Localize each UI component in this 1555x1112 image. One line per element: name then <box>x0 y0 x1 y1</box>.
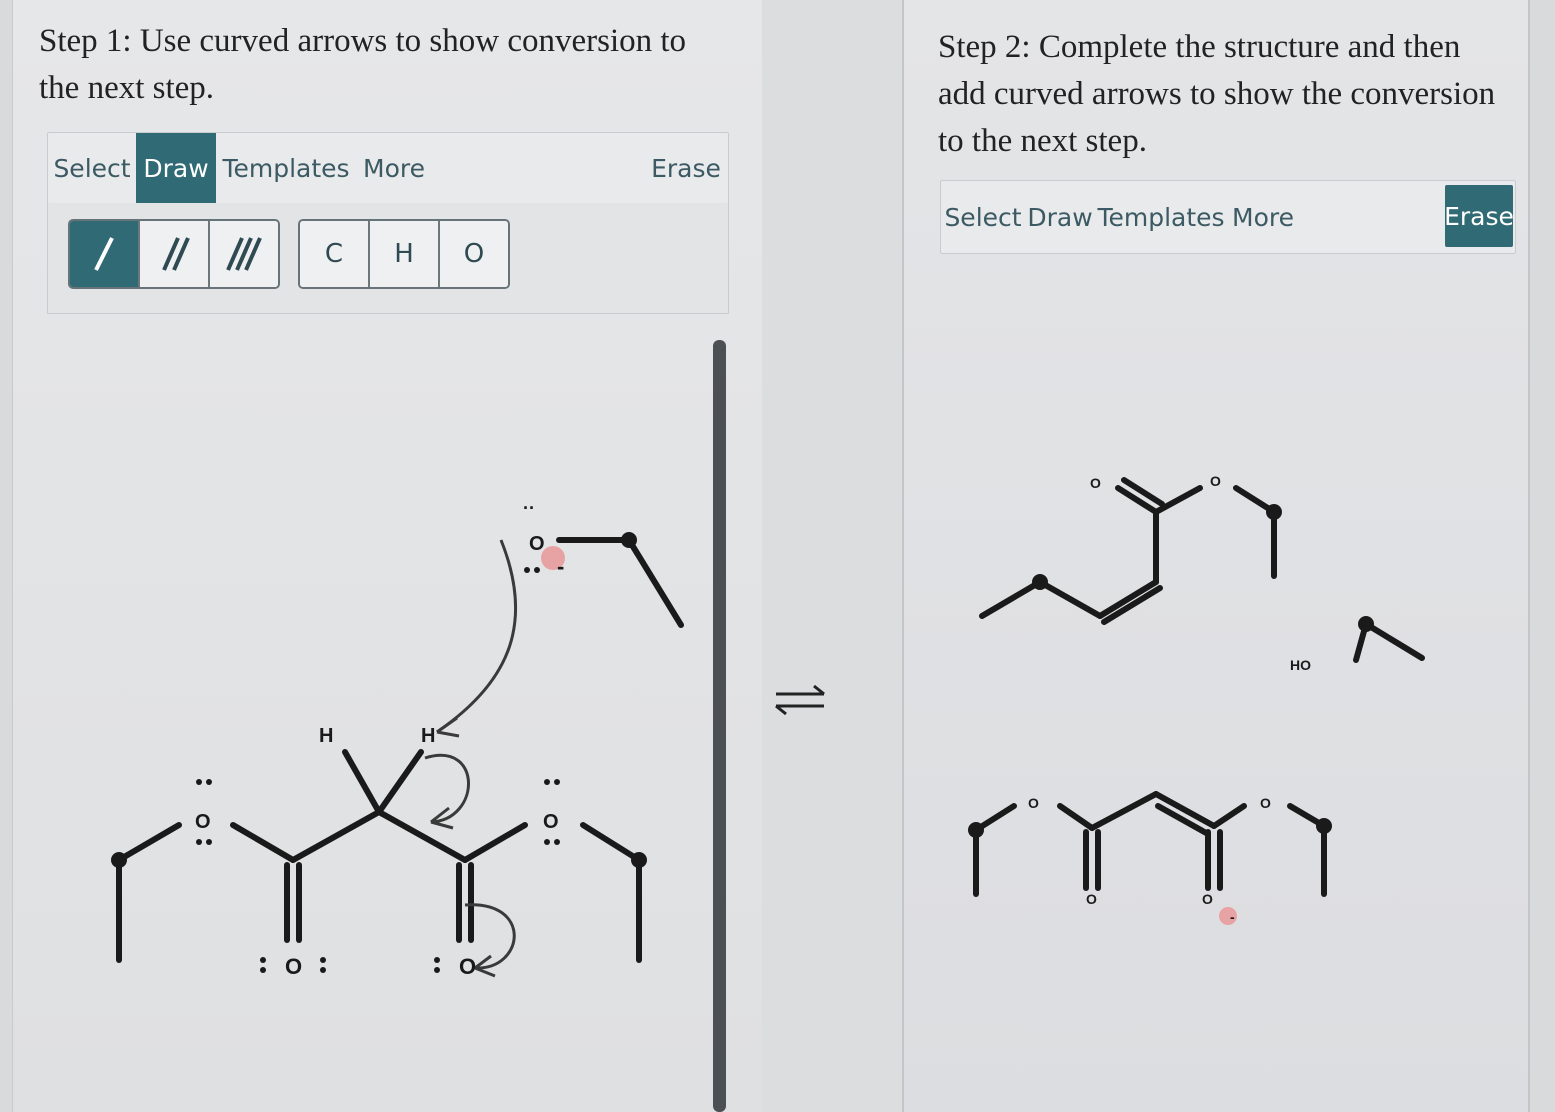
triple-bond-icon <box>226 237 262 271</box>
o-bottom-left-label: O <box>1028 795 1039 811</box>
step1-title-line1: Step 1: Use curved arrows to show conver… <box>39 23 687 59</box>
step2-erase-button[interactable]: Erase <box>1444 185 1514 247</box>
step1-erase-button[interactable]: Erase <box>648 133 724 203</box>
single-bond-icon <box>94 237 114 271</box>
single-bond-tool[interactable] <box>70 221 140 287</box>
step2-tab-draw[interactable]: Draw <box>1025 181 1095 253</box>
step2-title-line1: Step 2: Complete the structure and then <box>938 29 1461 65</box>
atom-tool-h[interactable]: H <box>370 221 440 287</box>
step1-atom-dots <box>111 532 647 868</box>
o-top-carbonyl-label: O <box>1090 475 1101 491</box>
ho-label: HO <box>1290 657 1311 673</box>
bond-tool-group <box>68 219 280 289</box>
o-bottom-carbonyl-right-label: O <box>1202 891 1213 907</box>
step2-bonds <box>973 477 1425 897</box>
step2-atom-dots <box>968 504 1374 838</box>
step2-labels: O O HO O O O O - <box>1028 473 1311 925</box>
reaction-divider <box>762 0 904 1112</box>
step1-panel: Step 1: Use curved arrows to show conver… <box>12 0 765 1112</box>
double-bond-tool[interactable] <box>140 221 210 287</box>
step2-toolbar: Select Draw Templates More Erase <box>940 180 1516 254</box>
o-top-ester-label: O <box>1210 473 1221 489</box>
step1-tab-more[interactable]: More <box>358 133 430 203</box>
step1-tool-panel: C H O <box>47 203 729 314</box>
step2-tab-more[interactable]: More <box>1227 181 1299 253</box>
triple-bond-tool[interactable] <box>210 221 278 287</box>
step2-title-line3: to the next step. <box>938 123 1147 159</box>
step2-canvas[interactable]: O O HO O O O O - <box>904 260 1524 1112</box>
curved-arrow-ch-bond[interactable] <box>424 754 470 824</box>
h-right-label: H <box>421 725 435 747</box>
curved-arrow-alkoxide-to-h[interactable] <box>436 539 518 734</box>
h-left-label: H <box>319 725 333 747</box>
atom-tool-group: C H O <box>298 219 510 289</box>
step2-charge-label: - <box>1230 909 1235 925</box>
o-ester-left-label: O <box>195 811 211 833</box>
step1-bonds <box>116 537 684 963</box>
o-alkoxide-label: O <box>529 533 545 555</box>
lone-pairs <box>196 567 560 973</box>
atom-tool-o[interactable]: O <box>440 221 508 287</box>
step1-tab-select[interactable]: Select <box>48 133 136 203</box>
o-carbonyl-right-label: O <box>459 954 476 979</box>
step2-tab-select[interactable]: Select <box>941 181 1025 253</box>
step1-title-line2: the next step. <box>39 70 215 106</box>
step2-tab-templates[interactable]: Templates <box>1097 181 1225 253</box>
step1-title: Step 1: Use curved arrows to show conver… <box>39 18 686 112</box>
o-bottom-right-label: O <box>1260 795 1271 811</box>
arrowhead-1 <box>436 716 460 738</box>
o-ester-right-label: O <box>543 811 559 833</box>
step1-toolbar: Select Draw Templates More Erase <box>47 132 729 204</box>
step2-panel: Step 2: Complete the structure and then … <box>904 0 1530 1112</box>
step1-tab-templates[interactable]: Templates <box>220 133 352 203</box>
step1-canvas-scrollbar[interactable] <box>713 340 726 1112</box>
step1-canvas[interactable]: O - ·· H H O O O O <box>13 320 713 1112</box>
step1-tab-draw[interactable]: Draw <box>136 133 216 203</box>
step2-title-line2: add curved arrows to show the conversion <box>938 76 1496 112</box>
charge-label: - <box>557 554 564 579</box>
atom-tool-c[interactable]: C <box>300 221 370 287</box>
o-bottom-carbonyl-left-label: O <box>1086 891 1097 907</box>
equilibrium-arrows-icon <box>775 684 825 716</box>
o-carbonyl-left-label: O <box>285 954 302 979</box>
double-bond-icon <box>162 237 190 271</box>
step2-title: Step 2: Complete the structure and then … <box>938 24 1495 165</box>
screen: Step 1: Use curved arrows to show conver… <box>0 0 1555 1112</box>
lone-pair-top: ·· <box>523 498 535 518</box>
